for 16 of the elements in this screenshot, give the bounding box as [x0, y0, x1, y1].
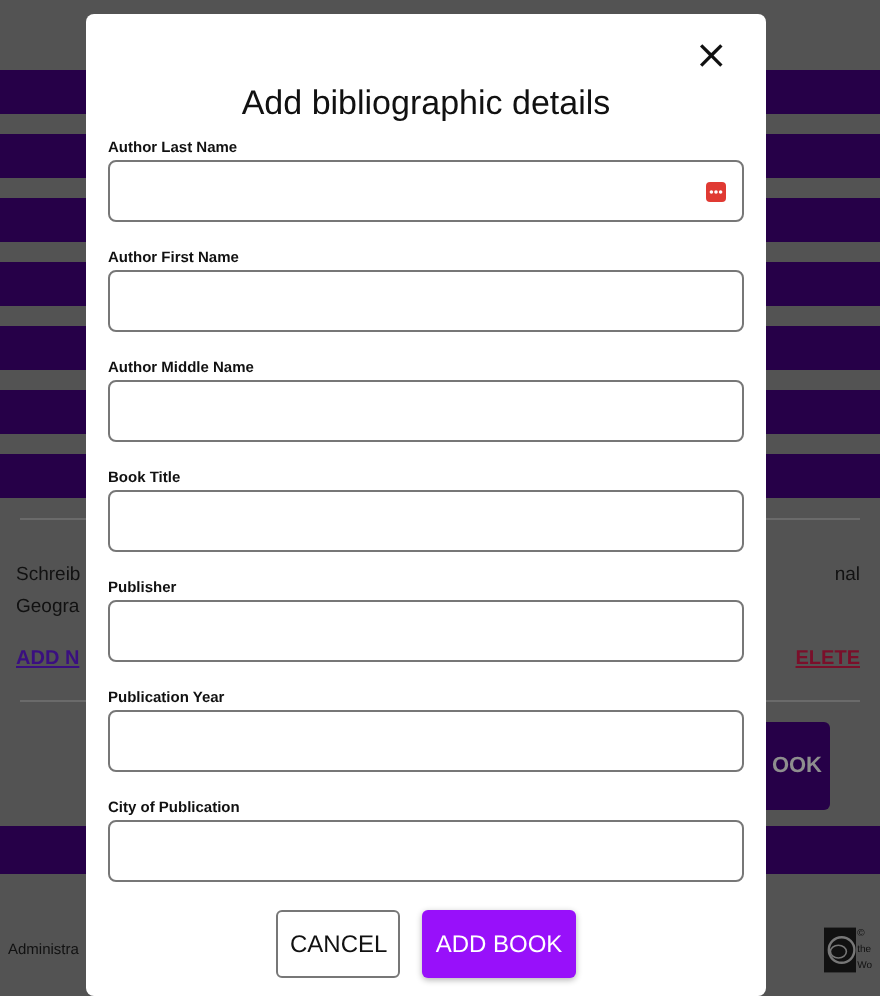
cancel-button[interactable]: CANCEL: [276, 910, 400, 978]
input-field[interactable]: [108, 380, 744, 442]
input-field[interactable]: [108, 270, 744, 332]
input-field[interactable]: [108, 710, 744, 772]
body-text: Schreib: [16, 562, 81, 590]
body-text: Geogra: [16, 594, 81, 622]
dialog-title: Add bibliographic details: [239, 84, 613, 124]
input-field[interactable]: [108, 490, 744, 552]
add-book-button[interactable]: ADD BOOK: [422, 910, 576, 978]
autofill-icon[interactable]: [706, 181, 726, 201]
body-text: nal: [834, 562, 860, 590]
input-field[interactable]: [108, 820, 744, 882]
globe-logo-icon: [823, 922, 856, 978]
close-button[interactable]: ×: [694, 40, 728, 68]
input-field[interactable]: [108, 160, 744, 222]
input-field[interactable]: [108, 600, 744, 662]
